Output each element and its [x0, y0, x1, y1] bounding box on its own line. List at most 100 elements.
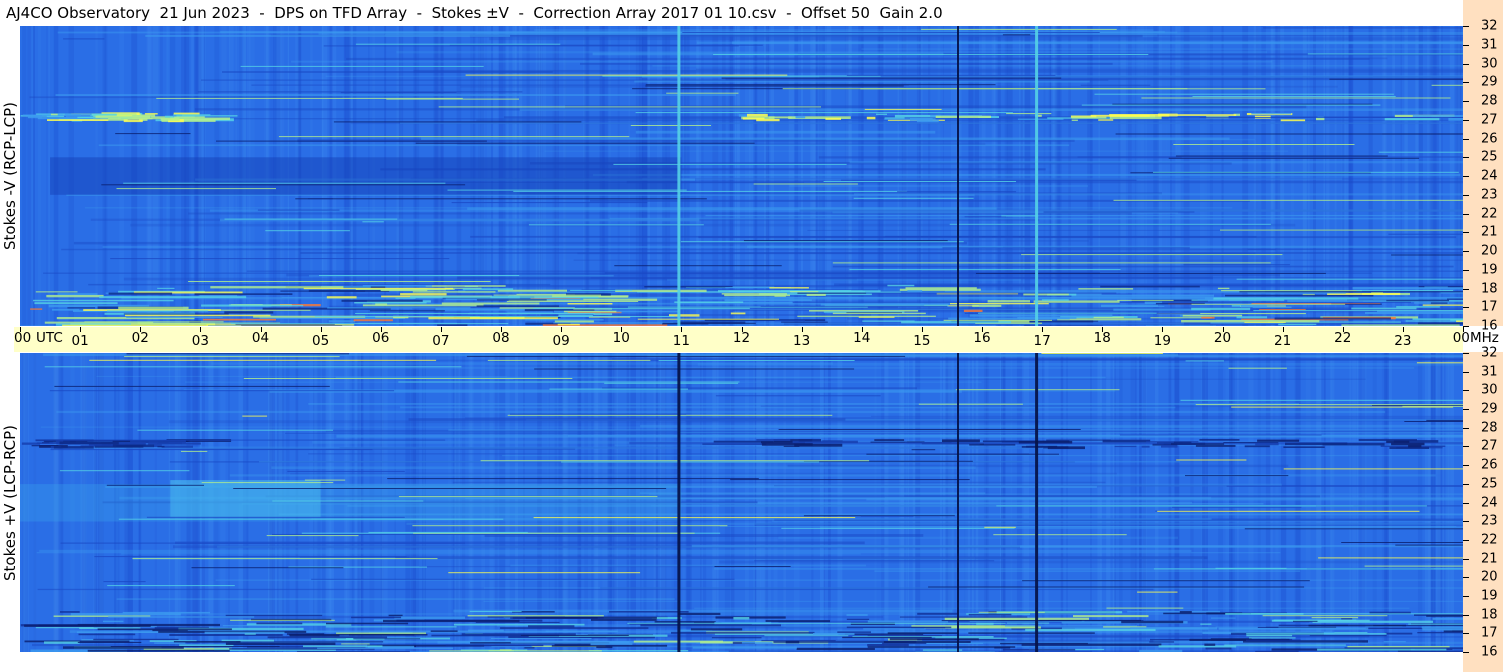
spectrogram-band	[145, 34, 511, 37]
spectrogram-streak	[1442, 353, 1444, 652]
interference-line	[110, 258, 450, 260]
interference-line	[233, 488, 667, 489]
interference-line	[398, 496, 658, 498]
frequency-tick-label: 19	[1481, 262, 1498, 278]
interference-line	[741, 641, 773, 644]
interference-line	[1153, 568, 1463, 570]
interference-line	[35, 439, 446, 441]
interference-line	[1183, 264, 1290, 266]
interference-line	[905, 287, 977, 290]
interference-line	[525, 617, 598, 619]
signal-band-segment	[53, 446, 94, 449]
utc-tick-label: 18	[1093, 330, 1111, 346]
interference-line	[855, 325, 996, 326]
interference-line	[1317, 648, 1447, 651]
spectrogram-band	[271, 466, 976, 469]
spectrogram-band	[138, 118, 1169, 120]
interference-line	[398, 381, 740, 383]
frequency-tick-label: 21	[1481, 551, 1498, 567]
interference-line	[231, 323, 509, 325]
interference-line	[789, 291, 819, 293]
bottom-panel-ylabel-wrap: Stokes +V (LCP-RCP)	[0, 353, 20, 652]
utc-tick-mark	[1282, 327, 1284, 332]
interference-line	[1100, 304, 1159, 308]
interference-line	[1422, 628, 1463, 631]
interference-line	[1192, 96, 1396, 97]
interference-line	[968, 632, 1095, 634]
interference-line	[362, 285, 432, 287]
spectrogram-band	[121, 553, 861, 555]
interference-line	[563, 310, 617, 313]
signal-band-segment	[1255, 442, 1279, 446]
spectrogram-band	[705, 214, 1463, 217]
spectrogram-streak	[1248, 353, 1254, 652]
spectrogram-band	[640, 424, 1463, 428]
interference-line	[244, 633, 256, 635]
interference-line	[480, 460, 870, 462]
interference-line	[1225, 294, 1374, 297]
interference-line	[867, 646, 1016, 648]
frequency-tick-mark	[1463, 288, 1469, 290]
interference-line	[948, 317, 1070, 320]
interference-line	[49, 390, 395, 392]
spectrogram-band	[308, 403, 1299, 405]
interference-line	[724, 299, 812, 302]
interference-line	[311, 578, 735, 580]
spectrogram-streak	[1330, 353, 1333, 652]
interference-line	[132, 558, 438, 560]
interference-line	[106, 484, 204, 486]
interference-line	[93, 638, 179, 641]
interference-line	[462, 288, 514, 291]
signal-band-segment	[1386, 440, 1410, 443]
signal-band-segment	[1412, 115, 1463, 118]
interference-line	[524, 647, 535, 649]
interference-line	[1001, 215, 1039, 217]
signal-band-segment	[866, 116, 876, 120]
interference-line	[1185, 475, 1289, 477]
interference-line	[1073, 615, 1149, 618]
interference-line	[1426, 615, 1463, 617]
frequency-tick-label: 18	[1481, 607, 1498, 623]
interference-line	[1153, 171, 1459, 173]
spectrogram-band	[513, 378, 1366, 380]
interference-line	[1311, 617, 1359, 619]
spectrogram-streak	[1349, 353, 1352, 652]
spectrogram-streak	[1447, 353, 1450, 652]
stokes-plus-v-svg	[20, 353, 1463, 652]
spectrogram-band	[36, 552, 1281, 554]
interference-line	[918, 403, 1023, 405]
interference-line	[984, 526, 1016, 528]
spectrogram-band	[874, 570, 1301, 572]
interference-line	[60, 611, 80, 613]
interference-line	[662, 322, 756, 324]
interference-line	[35, 627, 94, 629]
utc-tick-label: 20	[1213, 330, 1232, 346]
frequency-tick-label: 26	[1481, 457, 1498, 473]
spectrogram-band	[291, 60, 1273, 63]
spectrogram-streak	[1295, 353, 1301, 652]
interference-line	[1191, 307, 1251, 311]
interference-line	[506, 301, 639, 302]
interference-line	[1416, 362, 1463, 364]
interference-line	[993, 534, 1127, 536]
interference-line	[1236, 316, 1268, 319]
utc-tick-label: 22	[1334, 330, 1352, 346]
interference-line	[1185, 360, 1224, 362]
interference-line	[222, 625, 301, 627]
spectrogram-band	[652, 519, 1463, 521]
signal-band-segment	[1283, 446, 1325, 448]
interference-line	[1100, 285, 1200, 288]
spectrogram-band	[789, 185, 1089, 188]
interference-line	[899, 616, 1028, 618]
utc-tick-label: 04	[251, 330, 270, 346]
interference-line	[256, 622, 303, 625]
interference-line	[362, 221, 384, 223]
interference-line	[78, 633, 136, 636]
utc-time-axis: 00 01 02 03 04 05 06 07 08 09 10 11 12 13 14 15 16 17 18 19…	[14, 327, 1470, 352]
top-frequency-axis: 16 17 18 19 20 21 22 23 24 25 26 27 28 29 30 31 32	[1463, 0, 1503, 334]
utc-tick-label: 00	[14, 330, 32, 346]
interference-line	[714, 566, 791, 567]
spectrogram-band	[697, 362, 1463, 366]
spectrogram-streak	[31, 26, 34, 326]
interference-line	[157, 287, 175, 289]
